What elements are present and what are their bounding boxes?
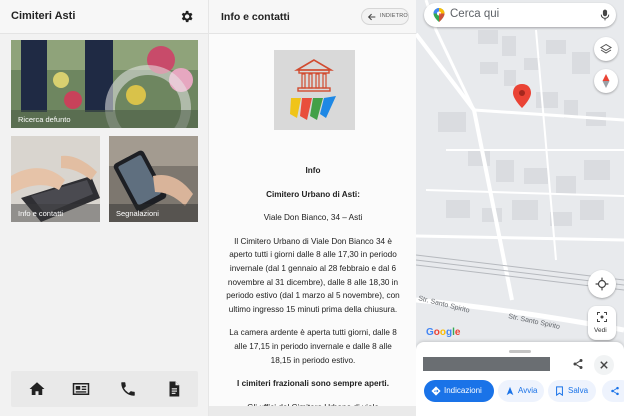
google-logo: Google: [426, 327, 461, 338]
street-view-button[interactable]: Vedi: [588, 306, 616, 340]
opening-hours: Il Cimitero Urbano di Viale Don Bianco 3…: [226, 236, 400, 314]
map-screen: Str. Santo Spirito Str. Santo Spirito Ce…: [416, 0, 624, 416]
cemetery-address: Viale Don Bianco, 34 – Asti: [263, 213, 363, 223]
layers-icon: [600, 43, 612, 54]
tile-ricerca-defunto[interactable]: Ricerca defunto: [11, 40, 198, 128]
info-header: Info e contatti INDIETRO: [209, 0, 416, 34]
tile-label-ricerca: Ricerca defunto: [18, 115, 71, 124]
bookmark-icon: [556, 386, 563, 396]
arrow-left-icon: [367, 13, 376, 21]
news-icon[interactable]: [72, 380, 90, 398]
temple-logo-icon: [290, 59, 336, 120]
logo-cimiteri: [274, 50, 355, 130]
close-icon: [600, 361, 608, 369]
share-chip[interactable]: [602, 380, 624, 402]
app-title: Cimiteri Asti: [11, 10, 76, 22]
gear-icon[interactable]: [179, 9, 194, 24]
place-bottom-sheet[interactable]: Indicazioni Avvia Salva: [416, 342, 624, 416]
screen-title: Info e contatti: [221, 11, 290, 23]
place-title-redacted: [423, 357, 550, 371]
phone-icon[interactable]: [119, 380, 137, 398]
directions-label: Indicazioni: [444, 386, 482, 395]
bottom-navigation: [11, 371, 198, 407]
tile-info-contatti[interactable]: Info e contatti: [11, 136, 100, 222]
street-view-icon: [597, 312, 607, 322]
document-icon[interactable]: [165, 380, 183, 398]
frazionali-note: I cimiteri frazionali sono sempre aperti…: [237, 379, 389, 389]
back-button[interactable]: INDIETRO: [361, 8, 409, 25]
directions-button[interactable]: Indicazioni: [424, 380, 494, 402]
sheet-drag-handle[interactable]: [509, 350, 531, 353]
navigation-arrow-icon: [506, 386, 514, 396]
tile-label-info: Info e contatti: [18, 209, 64, 218]
vedi-label: Vedi: [594, 327, 607, 334]
compass-button[interactable]: [594, 69, 618, 93]
tile-label-segnalazioni: Segnalazioni: [116, 209, 159, 218]
mic-icon[interactable]: [600, 8, 610, 22]
layers-button[interactable]: [594, 37, 618, 61]
share-icon[interactable]: [572, 358, 584, 370]
camera-ardente-hours: La camera ardente è aperta tutti giorni,…: [229, 328, 397, 365]
start-label: Avvia: [518, 386, 538, 395]
maps-logo-icon: [433, 8, 445, 22]
save-button[interactable]: Salva: [548, 380, 596, 402]
share-icon: [611, 386, 619, 396]
save-label: Salva: [568, 386, 589, 395]
search-placeholder: Cerca qui: [450, 8, 500, 20]
home-icon[interactable]: [28, 380, 46, 398]
crosshair-icon: [595, 277, 609, 291]
close-button[interactable]: [594, 355, 614, 375]
my-location-button[interactable]: [588, 270, 616, 298]
directions-icon: [431, 386, 441, 396]
cemetery-name: Cimitero Urbano di Asti:: [266, 189, 360, 199]
back-label: INDIETRO: [380, 13, 408, 19]
bottom-strip: [209, 406, 416, 416]
info-heading: Info: [305, 166, 321, 175]
start-button[interactable]: Avvia: [498, 380, 544, 402]
tile-segnalazioni[interactable]: Segnalazioni: [109, 136, 198, 222]
info-content: Info Cimitero Urbano di Asti: Viale Don …: [226, 164, 400, 416]
compass-icon: [602, 74, 610, 88]
app-header: Cimiteri Asti: [0, 0, 208, 34]
search-bar[interactable]: Cerca qui: [424, 3, 616, 27]
info-screen: Info e contatti INDIETRO Info Cimitero U…: [208, 0, 416, 416]
home-screen: Cimiteri Asti Ricerca defunto Info e con…: [0, 0, 208, 416]
